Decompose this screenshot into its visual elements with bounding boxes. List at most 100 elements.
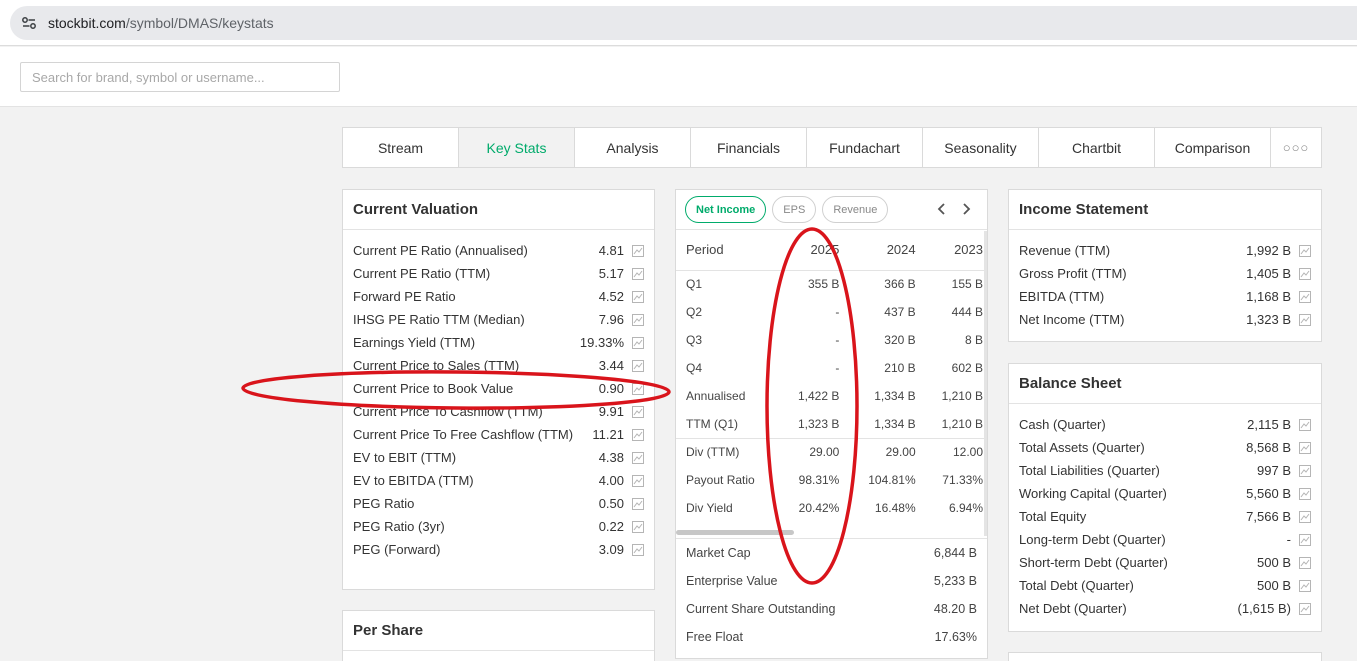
table-cell: 1,323 B <box>797 416 840 431</box>
market-stat-row: Free Float 17.63% <box>676 623 987 651</box>
tab-comparison[interactable]: Comparison <box>1155 128 1271 167</box>
mini-chart-icon[interactable] <box>1299 291 1311 303</box>
tab-seasonality[interactable]: Seasonality <box>923 128 1039 167</box>
pill-eps[interactable]: EPS <box>772 196 817 223</box>
stat-value: 1,405 B <box>1246 266 1291 281</box>
table-cell: 1,210 B <box>941 389 983 403</box>
mini-chart-icon[interactable] <box>1299 442 1311 454</box>
table-cell: Payout Ratio <box>686 473 755 487</box>
mini-chart-icon[interactable] <box>632 544 644 556</box>
search-input[interactable] <box>20 62 340 92</box>
mini-chart-icon[interactable] <box>632 291 644 303</box>
mini-chart-icon[interactable] <box>632 360 644 372</box>
mini-chart-icon[interactable] <box>632 498 644 510</box>
mini-chart-icon[interactable] <box>1299 419 1311 431</box>
vertical-scrollbar[interactable] <box>984 231 987 536</box>
stat-value: 7,566 B <box>1246 509 1291 524</box>
mini-chart-icon[interactable] <box>632 314 644 326</box>
mini-chart-icon[interactable] <box>632 268 644 280</box>
mini-chart-icon[interactable] <box>632 452 644 464</box>
period-table: Period 2025 2024 2023 Q1 355 B 366 B 155 B Q2 - 43… <box>676 230 987 522</box>
mini-chart-icon[interactable] <box>1299 268 1311 280</box>
horizontal-scrollbar[interactable] <box>676 530 794 535</box>
browser-toolbar: stockbit.com/symbol/DMAS/keystats <box>0 0 1357 46</box>
stat-value: 4.52 <box>598 289 624 304</box>
table-cell: 155 B <box>919 269 987 298</box>
column-header: 2024 <box>886 242 916 258</box>
stat-value: 5.17 <box>598 266 624 281</box>
tab-analysis[interactable]: Analysis <box>575 128 691 167</box>
mini-chart-icon[interactable] <box>632 475 644 487</box>
mini-chart-icon[interactable] <box>632 383 644 395</box>
per-share-card: Per Share <box>342 610 655 661</box>
tab-stream[interactable]: Stream <box>343 128 459 167</box>
table-cell: Q4 <box>686 361 703 375</box>
mini-chart-icon[interactable] <box>632 521 644 533</box>
tab-fundachart[interactable]: Fundachart <box>807 128 923 167</box>
table-row: Q1 355 B 366 B 155 B <box>676 269 987 298</box>
table-cell: 320 B <box>884 333 916 347</box>
mini-chart-icon[interactable] <box>1299 245 1311 257</box>
mini-chart-icon[interactable] <box>1299 534 1311 546</box>
mini-chart-icon[interactable] <box>632 429 644 441</box>
mini-chart-icon[interactable] <box>632 337 644 349</box>
stat-row: Current Price to Sales (TTM) 3.44 <box>343 355 654 378</box>
stat-value: 3.44 <box>598 358 624 373</box>
stat-row: Current Price To Free Cashflow (TTM) 11.2… <box>343 424 654 447</box>
stat-value: 11.21 <box>592 427 624 442</box>
stat-value: 48.20 B <box>933 602 977 616</box>
mini-chart-icon[interactable] <box>632 245 644 257</box>
more-tabs-button[interactable]: ○○○ <box>1271 128 1321 167</box>
stat-value: (1,615 B) <box>1237 601 1291 616</box>
tab-key-stats[interactable]: Key Stats <box>459 128 575 167</box>
table-cell: Q3 <box>686 333 703 347</box>
stat-row: PEG Ratio (3yr) 0.22 <box>343 516 654 539</box>
stat-label: Revenue (TTM) <box>1019 243 1111 258</box>
mini-chart-icon[interactable] <box>632 406 644 418</box>
table-cell: 366 B <box>843 269 920 298</box>
mini-chart-icon[interactable] <box>1299 488 1311 500</box>
table-cell: - <box>835 361 840 375</box>
pill-net-income[interactable]: Net Income <box>685 196 767 223</box>
mini-chart-icon[interactable] <box>1299 511 1311 523</box>
mini-chart-icon[interactable] <box>1299 603 1311 615</box>
table-row: Annualised 1,422 B 1,334 B 1,210 B <box>676 382 987 410</box>
chevron-left-icon[interactable] <box>935 201 947 217</box>
mini-chart-icon[interactable] <box>1299 580 1311 592</box>
balance-rows: Cash (Quarter) 2,115 B Total Assets (Quart… <box>1009 404 1321 621</box>
tab-chartbit[interactable]: Chartbit <box>1039 128 1155 167</box>
current-valuation-card: Current Valuation Current PE Ratio (Annu… <box>342 189 655 590</box>
stat-value: 5,560 B <box>1246 486 1291 501</box>
stat-row: Total Debt (Quarter) 500 B <box>1009 575 1321 598</box>
stat-label: PEG (Forward) <box>353 542 441 557</box>
stat-value: 0.90 <box>598 381 624 396</box>
mini-chart-icon[interactable] <box>1299 465 1311 477</box>
column-header: 2023 <box>954 242 983 258</box>
tab-financials[interactable]: Financials <box>691 128 807 167</box>
stat-value: 19.33% <box>579 335 624 350</box>
stat-row: Current PE Ratio (TTM) 5.17 <box>343 263 654 286</box>
table-cell: - <box>835 333 840 347</box>
market-stat-row: Market Cap 6,844 B <box>676 539 987 567</box>
pill-revenue[interactable]: Revenue <box>822 196 889 223</box>
table-cell: 1,334 B <box>874 416 916 431</box>
address-bar[interactable]: stockbit.com/symbol/DMAS/keystats <box>10 6 1357 40</box>
stat-row: Total Assets (Quarter) 8,568 B <box>1009 437 1321 460</box>
stat-label: Earnings Yield (TTM) <box>353 335 476 350</box>
stat-label: PEG Ratio (3yr) <box>353 519 445 534</box>
stat-value: 3.09 <box>598 542 624 557</box>
period-card: Net Income EPS Revenue Period 2025 2024 2023 Q… <box>675 189 988 659</box>
mini-chart-icon[interactable] <box>1299 557 1311 569</box>
chevron-right-icon[interactable] <box>961 201 973 217</box>
stat-value: 6,844 B <box>933 546 977 560</box>
mini-chart-icon[interactable] <box>1299 314 1311 326</box>
site-settings-icon[interactable] <box>20 14 38 32</box>
stat-label: Long-term Debt (Quarter) <box>1019 532 1166 547</box>
stat-label: Net Debt (Quarter) <box>1019 601 1127 616</box>
stat-label: Current Share Outstanding <box>686 602 836 616</box>
stat-row: Working Capital (Quarter) 5,560 B <box>1009 483 1321 506</box>
market-stats: Market Cap 6,844 B Enterprise Value 5,233 B… <box>676 538 987 651</box>
table-cell: 12.00 <box>919 437 987 466</box>
url-host: stockbit.com <box>48 15 126 31</box>
url-text[interactable]: stockbit.com/symbol/DMAS/keystats <box>48 15 274 31</box>
